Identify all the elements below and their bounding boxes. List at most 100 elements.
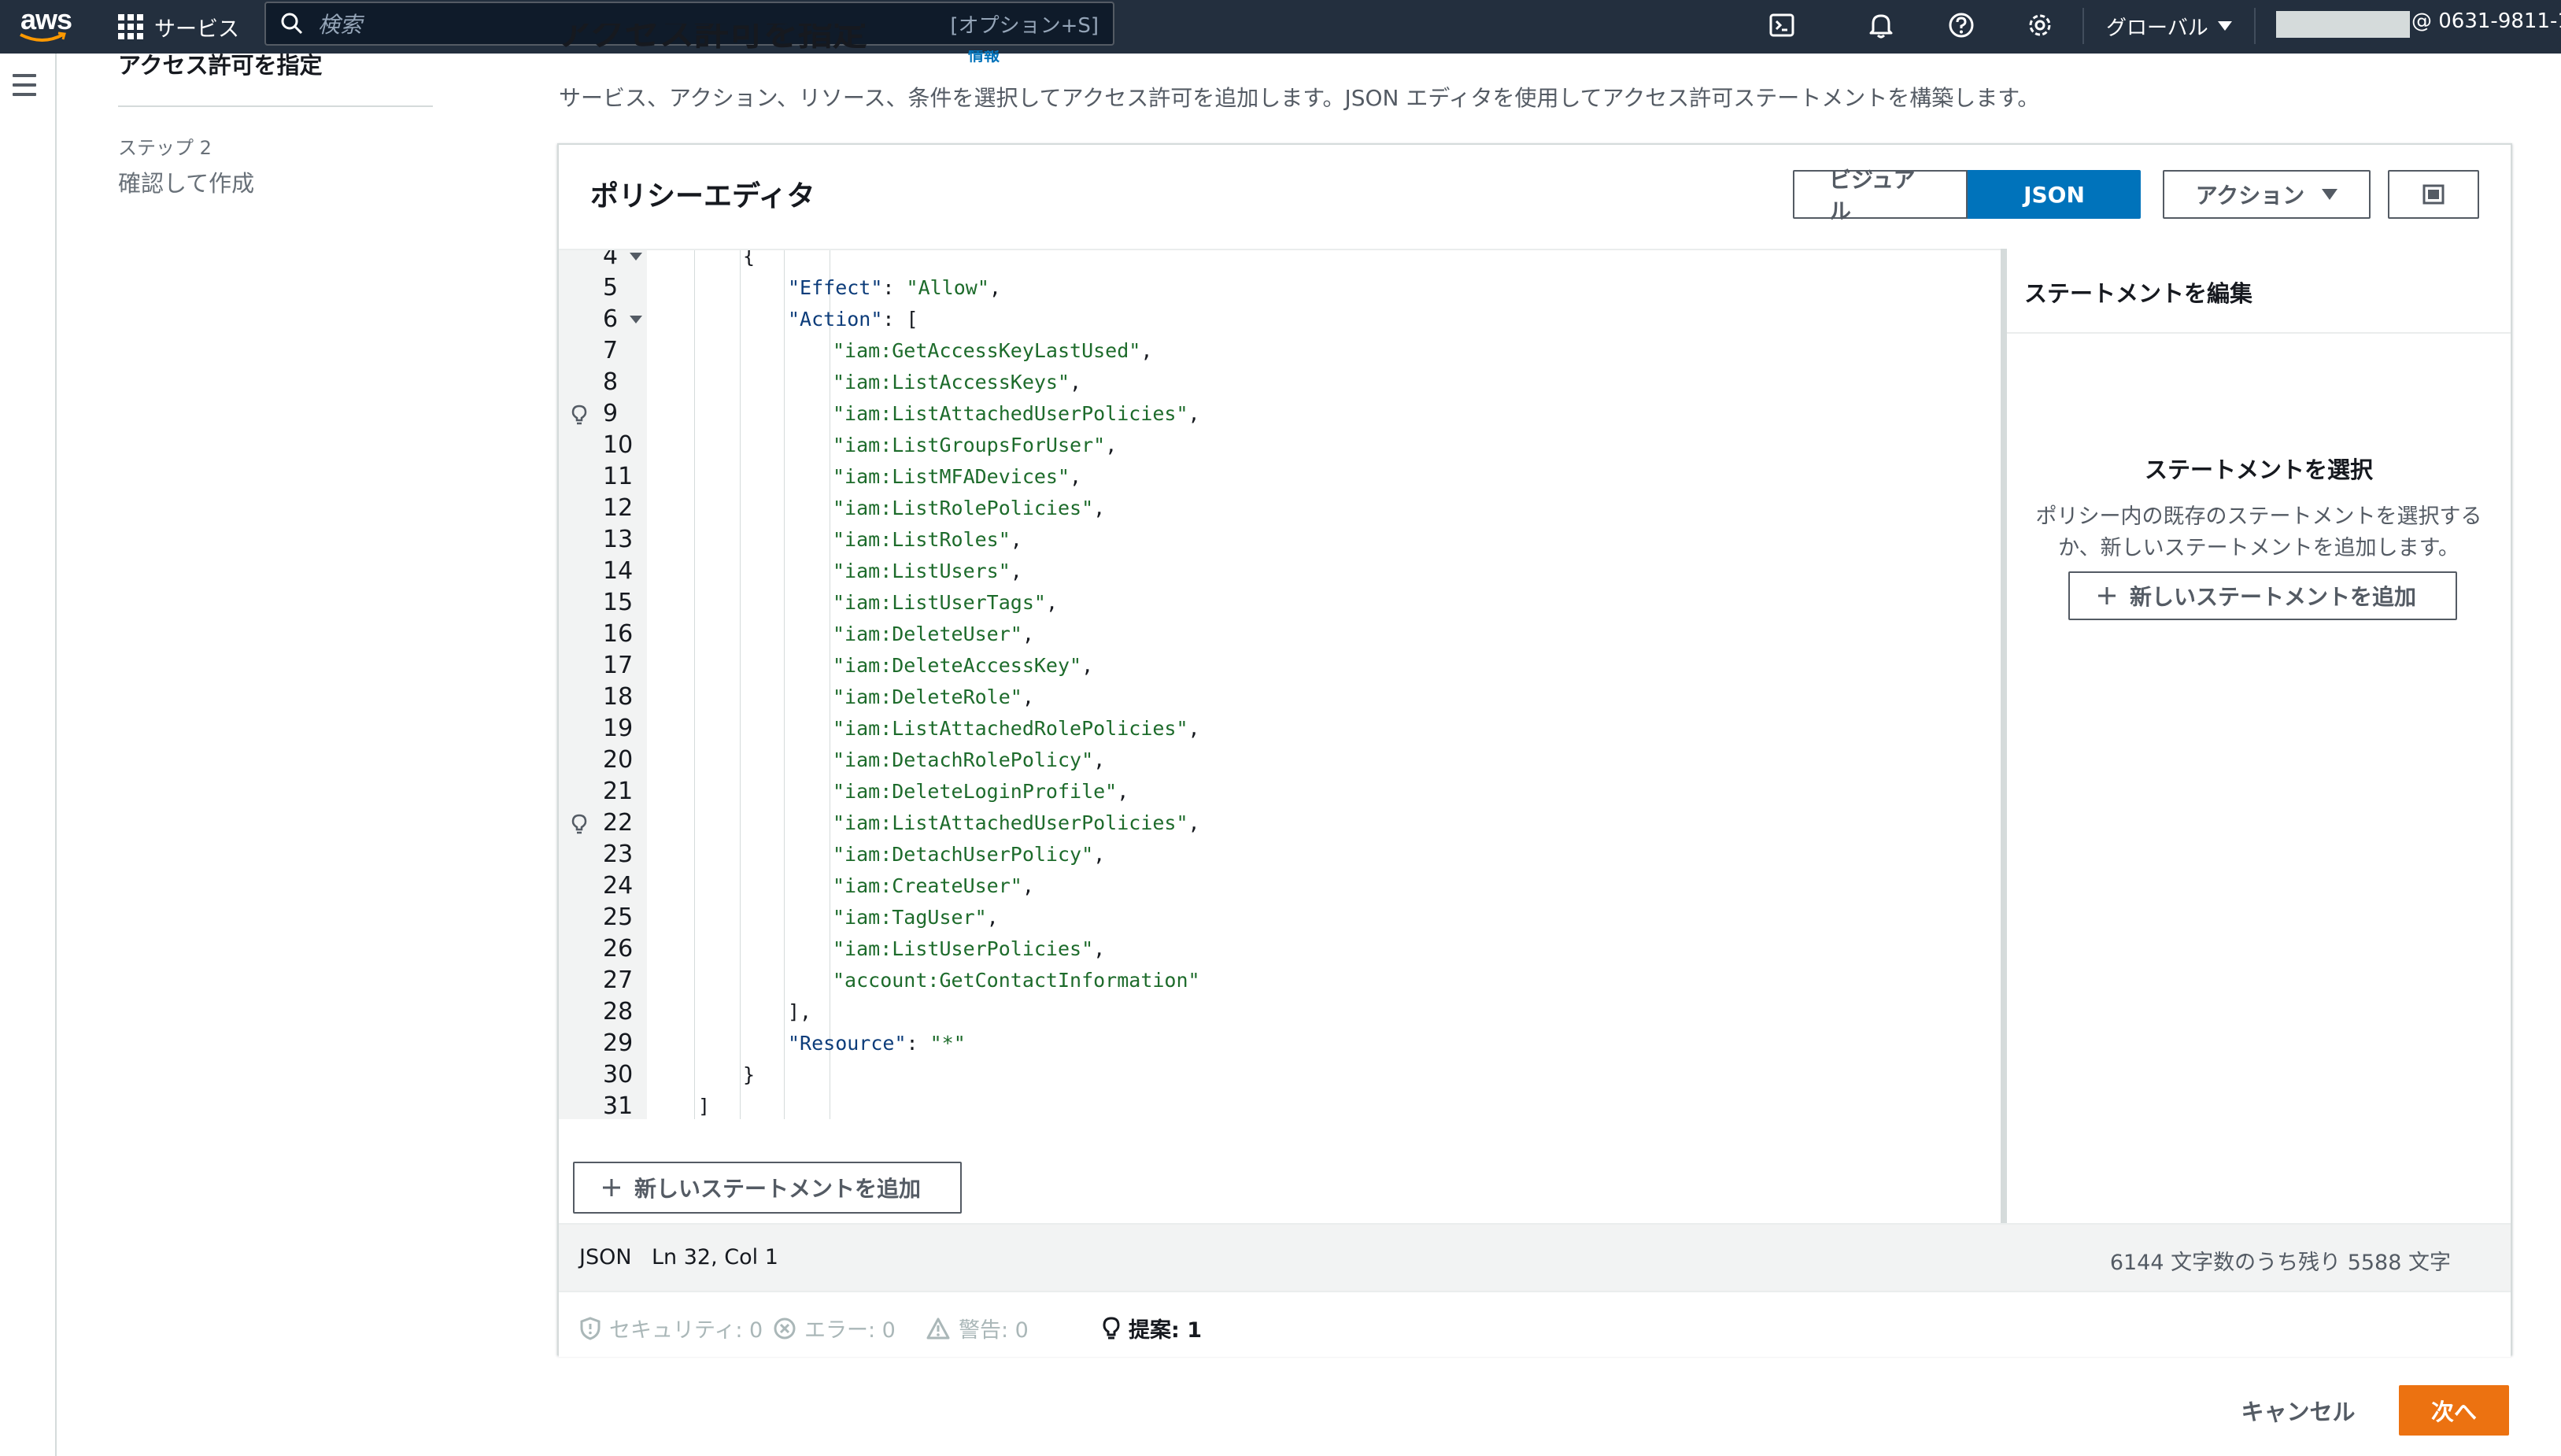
edit-statement-panel: ステートメントを編集 ステートメントを選択 ポリシー内の既存のステートメントを選… xyxy=(2007,249,2511,1223)
code-token: { xyxy=(743,249,756,268)
top-navigation: aws サービス 検索 [オプション+S] グローバル @ 0631-9811-… xyxy=(0,0,2561,54)
json-string: "iam:ListRoles" xyxy=(833,528,1011,551)
errors-tab[interactable]: エラー: 0 xyxy=(773,1313,896,1343)
add-statement-button[interactable]: 新しいステートメントを追加 xyxy=(573,1162,962,1214)
lightbulb-icon xyxy=(1103,1316,1120,1339)
visual-mode-button[interactable]: ビジュアル xyxy=(1793,167,1968,224)
code-line[interactable]: 14 "iam:ListUsers", xyxy=(559,556,2001,587)
code-text: "iam:GetAccessKeyLastUsed", xyxy=(833,335,1152,367)
line-number: 25 xyxy=(603,904,634,931)
line-number: 27 xyxy=(603,966,634,994)
code-line[interactable]: 6 "Action": [ xyxy=(559,304,2001,335)
json-code-editor[interactable]: 4{5 "Effect": "Allow", 6 "Action": [7 "iam:G… xyxy=(559,249,2001,1119)
code-token: : [ xyxy=(882,308,918,331)
code-line[interactable]: 18 "iam:DeleteRole", xyxy=(559,682,2001,713)
next-button[interactable]: 次へ xyxy=(2399,1385,2509,1436)
code-line[interactable]: 28], xyxy=(559,996,2001,1028)
json-string: "iam:ListAttachedUserPolicies" xyxy=(833,402,1188,425)
code-line[interactable]: 9 "iam:ListAttachedUserPolicies", xyxy=(559,398,2001,430)
account-id[interactable]: @ 0631-9811-16 xyxy=(2411,9,2561,33)
suggestions-tab[interactable]: 提案: 1 xyxy=(1102,1313,1202,1343)
code-line[interactable]: 26 "iam:ListUserPolicies", xyxy=(559,933,2001,965)
code-line[interactable]: 13 "iam:ListRoles", xyxy=(559,524,2001,556)
code-line[interactable]: 25 "iam:TagUser", xyxy=(559,902,2001,933)
code-line[interactable]: 27 "account:GetContactInformation" xyxy=(559,965,2001,996)
code-line[interactable]: 31] xyxy=(559,1091,2001,1119)
json-string: "iam:DeleteUser" xyxy=(833,623,1022,645)
services-label: サービス xyxy=(154,17,239,42)
fullscreen-icon xyxy=(2422,184,2445,205)
region-selector[interactable]: グローバル xyxy=(2106,6,2232,46)
code-token: , xyxy=(1010,528,1022,551)
aws-logo[interactable]: aws xyxy=(17,3,74,47)
code-line[interactable]: 10 "iam:ListGroupsForUser", xyxy=(559,430,2001,461)
json-string: "iam:ListUsers" xyxy=(833,560,1011,582)
errors-count: エラー: 0 xyxy=(804,1318,896,1343)
fold-toggle-icon[interactable] xyxy=(630,316,642,323)
lightbulb-icon[interactable] xyxy=(571,814,587,834)
code-text: "iam:ListGroupsForUser", xyxy=(833,430,1117,461)
json-string: "iam:DetachRolePolicy" xyxy=(833,748,1094,771)
select-statement-heading: ステートメントを選択 xyxy=(2144,456,2373,483)
code-line[interactable]: 7 "iam:GetAccessKeyLastUsed", xyxy=(559,335,2001,367)
code-text: "iam:ListMFADevices", xyxy=(833,461,1081,493)
code-text: "iam:DeleteUser", xyxy=(833,619,1034,650)
code-line[interactable]: 12 "iam:ListRolePolicies", xyxy=(559,493,2001,524)
line-number: 16 xyxy=(603,620,634,648)
menu-icon[interactable] xyxy=(13,74,36,96)
json-mode-button[interactable]: JSON xyxy=(1968,170,2141,219)
code-token: ], xyxy=(788,1000,812,1023)
code-text: "iam:ListAccessKeys", xyxy=(833,367,1081,398)
code-line[interactable]: 8 "iam:ListAccessKeys", xyxy=(559,367,2001,398)
help-icon[interactable] xyxy=(1944,8,1979,42)
code-token: ] xyxy=(698,1095,711,1118)
validation-bar: セキュリティ: 0 エラー: 0 警告: 0 提案: 1 xyxy=(559,1291,2511,1357)
code-line[interactable]: 11 "iam:ListMFADevices", xyxy=(559,461,2001,493)
shield-icon xyxy=(580,1316,601,1340)
code-line[interactable]: 23 "iam:DetachUserPolicy", xyxy=(559,839,2001,870)
code-line[interactable]: 17 "iam:DeleteAccessKey", xyxy=(559,650,2001,682)
code-text: "iam:DeleteRole", xyxy=(833,682,1034,713)
code-text: ] xyxy=(698,1091,710,1119)
code-line[interactable]: 16 "iam:DeleteUser", xyxy=(559,619,2001,650)
actions-dropdown-button[interactable]: アクション xyxy=(2163,170,2371,219)
fullscreen-button[interactable] xyxy=(2388,170,2479,219)
security-findings-tab[interactable]: セキュリティ: 0 xyxy=(579,1313,763,1343)
code-token: , xyxy=(1010,560,1022,582)
code-token: , xyxy=(1093,497,1106,519)
panel-resize-handle[interactable] xyxy=(2001,249,2007,1223)
code-line[interactable]: 22 "iam:ListAttachedUserPolicies", xyxy=(559,807,2001,839)
bell-icon[interactable] xyxy=(1864,8,1898,42)
edit-statement-title: ステートメントを編集 xyxy=(2024,280,2253,307)
gear-icon[interactable] xyxy=(2023,8,2057,42)
lightbulb-icon[interactable] xyxy=(571,405,587,425)
code-line[interactable]: 15 "iam:ListUserTags", xyxy=(559,587,2001,619)
code-line[interactable]: 30} xyxy=(559,1059,2001,1091)
code-line[interactable]: 19 "iam:ListAttachedRolePolicies", xyxy=(559,713,2001,745)
line-number: 11 xyxy=(603,463,634,490)
code-line[interactable]: 4{ xyxy=(559,249,2001,272)
code-line[interactable]: 20 "iam:DetachRolePolicy", xyxy=(559,745,2001,776)
code-line[interactable]: 5 "Effect": "Allow", xyxy=(559,272,2001,304)
code-token: , xyxy=(1081,654,1094,677)
search-icon xyxy=(281,13,303,35)
aws-smile-icon xyxy=(20,31,66,42)
code-token: , xyxy=(1117,780,1129,803)
line-number: 12 xyxy=(603,494,634,522)
cancel-button[interactable]: キャンセル xyxy=(2227,1387,2369,1434)
cloudshell-icon[interactable] xyxy=(1765,8,1799,42)
services-menu-button[interactable]: サービス xyxy=(118,6,239,47)
code-line[interactable]: 24 "iam:CreateUser", xyxy=(559,870,2001,902)
side-add-statement-button[interactable]: 新しいステートメントを追加 xyxy=(2068,571,2457,620)
fold-toggle-icon[interactable] xyxy=(630,253,642,261)
code-line[interactable]: 29 "Resource": "*" xyxy=(559,1028,2001,1059)
side-add-statement-label: 新しいステートメントを追加 xyxy=(2130,584,2417,610)
account-name-redacted[interactable] xyxy=(2276,11,2410,38)
code-text: "iam:ListAttachedUserPolicies", xyxy=(833,807,1200,839)
policy-editor-header: ポリシーエディタ ビジュアル JSON アクション xyxy=(559,145,2511,249)
code-token: , xyxy=(1070,465,1082,488)
code-line[interactable]: 21 "iam:DeleteLoginProfile", xyxy=(559,776,2001,807)
warnings-tab[interactable]: 警告: 0 xyxy=(926,1313,1029,1343)
search-shortcut: [オプション+S] xyxy=(950,13,1099,38)
warnings-count: 警告: 0 xyxy=(959,1318,1029,1343)
